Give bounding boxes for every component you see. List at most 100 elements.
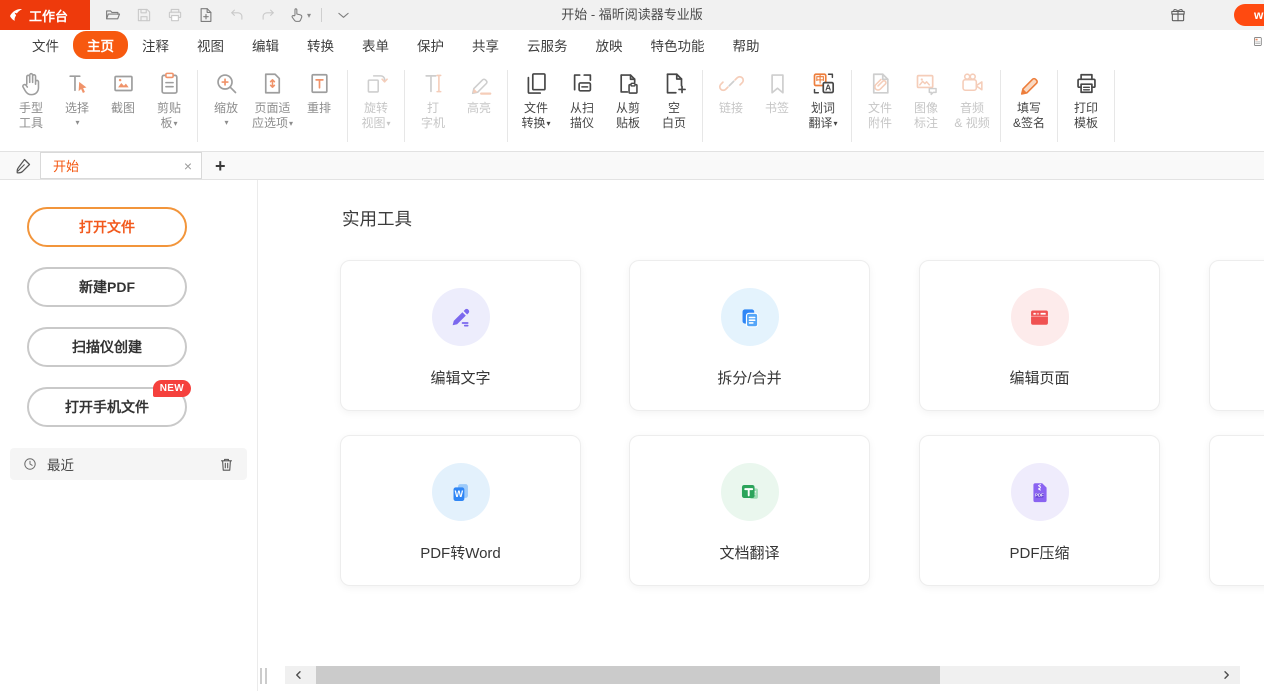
snapshot-icon [110,67,137,100]
tool-card-pdf-to-word[interactable]: WPDF转Word [340,435,581,586]
menubar-overflow-button[interactable] [1253,34,1264,56]
menu-item-comment[interactable]: 注释 [128,31,183,59]
tool-card-doc-translate[interactable]: 文档翻译 [629,435,870,586]
ribbon-tool-hand-tool[interactable]: 手型工具 [8,67,54,131]
tool-card-edit-pages[interactable]: 编辑页面 [919,260,1160,411]
tool-card-partial[interactable] [1209,435,1264,586]
ribbon-tool-reflow[interactable]: 重排 [296,67,342,116]
sidebar-button-open-mobile-file[interactable]: 打开手机文件NEW [27,387,187,427]
tool-card-label: 编辑文字 [341,367,580,388]
menu-item-form[interactable]: 表单 [348,31,403,59]
tool-label: 从剪贴板 [616,101,640,131]
tool-label-line: 页面适 [252,101,293,116]
tool-label: 重排 [307,101,331,116]
from-clipboard-icon [615,67,642,100]
ribbon-tool-from-clipboard[interactable]: 从剪贴板 [605,67,651,131]
ribbon-tool-page-fit-options[interactable]: 页面适应选项▾ [249,67,296,132]
menu-item-label: 视图 [197,39,224,54]
open-button[interactable] [102,3,124,27]
tool-label: 划词翻译▾ [809,101,838,132]
new-tab-button[interactable]: + [215,157,226,175]
split-merge-icon [721,288,779,346]
menu-item-view[interactable]: 视图 [183,31,238,59]
ribbon-tool-zoom[interactable]: 缩放▾ [203,67,249,131]
menu-item-label: 编辑 [252,39,279,54]
tool-label: 链接 [719,101,743,116]
menu-item-label: 文件 [32,39,59,54]
trash-icon[interactable] [218,456,235,473]
ribbon-tool-word-translate[interactable]: 中A划词翻译▾ [800,67,846,132]
scroll-left-button[interactable] [285,666,313,684]
menu-item-cloud-service[interactable]: 云服务 [513,31,582,59]
menu-item-home[interactable]: 主页 [73,31,128,59]
recent-row[interactable]: 最近 [10,448,247,480]
ribbon-tool-blank-page[interactable]: 空白页 [651,67,697,131]
tool-label: 音频& 视频 [954,101,989,131]
ribbon-tool-print-template[interactable]: 打印模板 [1063,67,1109,131]
undo-button [226,3,248,27]
tab-close-icon[interactable]: × [184,159,192,173]
dropdown-caret-icon: ▾ [289,116,293,131]
sidebar-button-scanner-create[interactable]: 扫描仪创建 [27,327,187,367]
menu-item-convert[interactable]: 转换 [293,31,348,59]
tool-label-line: 旋转 [362,101,391,116]
ribbon-tool-snapshot[interactable]: 截图 [100,67,146,116]
tool-label-line: 转换 [522,116,546,130]
tab-label: 开始 [53,156,184,175]
new-badge: NEW [153,380,191,397]
sidebar-button-new-pdf[interactable]: 新建PDF [27,267,187,307]
menu-item-file[interactable]: 文件 [18,31,73,59]
sidebar-button-label: 扫描仪创建 [72,337,142,357]
ribbon-tool-fill-sign[interactable]: 填写&签名 [1006,67,1052,131]
tool-label-line: 剪贴 [157,101,181,116]
tool-label-line: 描仪 [570,116,594,131]
menu-item-protect[interactable]: 保护 [403,31,458,59]
select-icon [64,67,91,100]
ribbon-tool-file-convert[interactable]: 文件转换▾ [513,67,559,132]
tool-label-line: 手型 [19,101,43,116]
scroll-right-button[interactable] [1212,666,1240,684]
menu-item-edit[interactable]: 编辑 [238,31,293,59]
typewriter-icon [420,67,447,100]
fill-sign-icon [1016,67,1043,100]
ribbon-tool-from-scanner[interactable]: 从扫描仪 [559,67,605,131]
annotate-pen-button[interactable] [11,154,35,178]
horizontal-scrollbar [258,660,1264,691]
tool-label-line: 附件 [868,116,892,131]
hand-pointer-mode-button[interactable]: ▾ [288,3,311,27]
tab-start[interactable]: 开始 × [40,152,202,179]
promo-button[interactable]: w [1234,4,1264,26]
tool-label: 手型工具 [19,101,43,131]
ribbon-group-separator [1000,70,1001,142]
ribbon-tool-clipboard[interactable]: 剪贴板▾ [146,67,192,132]
menu-item-features[interactable]: 特色功能 [637,31,719,59]
tool-label-line: 视图 [362,116,386,130]
menu-item-help[interactable]: 帮助 [719,31,774,59]
tool-label-line: 图像 [914,101,938,116]
scrollbar-thumb[interactable] [316,666,940,684]
tool-card-split-merge[interactable]: 拆分/合并 [629,260,870,411]
tool-card-edit-text[interactable]: 编辑文字 [340,260,581,411]
ribbon-tool-select[interactable]: 选择▾ [54,67,100,131]
menu-item-label: 表单 [362,39,389,54]
tool-label-line: 板 [160,116,172,130]
sidebar-button-open-file[interactable]: 打开文件 [27,207,187,247]
menu-item-label: 注释 [142,39,169,54]
print-template-icon [1073,67,1100,100]
menu-item-share[interactable]: 共享 [458,31,513,59]
tool-label-line: 划词 [809,101,838,116]
tool-card-partial[interactable] [1209,260,1264,411]
new-page-button[interactable] [195,3,217,27]
menu-item-slideshow[interactable]: 放映 [582,31,637,59]
tool-card-pdf-compress[interactable]: PDFPDF压缩 [919,435,1160,586]
customize-quick-toolbar-button[interactable] [332,3,354,27]
quill-icon [13,156,33,176]
sidebar-splitter-handle[interactable] [260,668,267,684]
tool-card-label: 拆分/合并 [630,367,869,388]
tool-label-line: 重排 [307,101,331,116]
scrollbar-track[interactable] [285,666,1240,684]
reflow-icon [306,67,333,100]
gift-button[interactable] [1166,3,1190,27]
tool-label-line: 文件 [868,101,892,116]
workspace-button[interactable]: 工作台 [0,0,90,30]
